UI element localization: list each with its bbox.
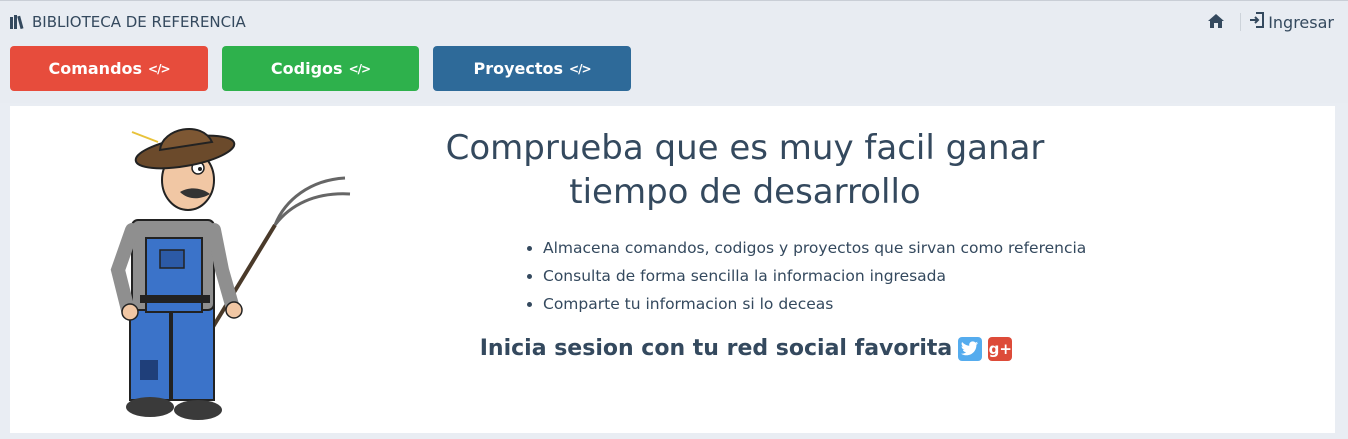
google-plus-icon[interactable]: g+	[988, 336, 1013, 361]
library-icon	[10, 15, 28, 29]
nav-divider	[1240, 13, 1242, 31]
login-link[interactable]: Ingresar	[1249, 12, 1334, 32]
right-nav: Ingresar	[1200, 11, 1334, 33]
comandos-button[interactable]: Comandos </>	[10, 46, 208, 91]
sign-in-icon	[1249, 12, 1265, 32]
home-icon	[1208, 13, 1225, 32]
social-login-cta: Inicia sesion con tu red social favorita…	[430, 336, 1270, 361]
feature-list: Almacena comandos, codigos y proyectos q…	[525, 234, 1086, 318]
code-icon: </>	[348, 61, 371, 76]
hero-panel: Comprueba que es muy facil ganar tiempo …	[10, 106, 1335, 433]
comandos-label: Comandos	[48, 59, 143, 78]
home-link[interactable]	[1200, 13, 1232, 32]
codigos-label: Codigos	[270, 59, 343, 78]
code-icon: </>	[569, 61, 591, 76]
feature-item: Consulta de forma sencilla la informacio…	[543, 262, 1086, 290]
feature-item: Almacena comandos, codigos y proyectos q…	[543, 234, 1086, 262]
twitter-icon[interactable]	[958, 336, 983, 361]
codigos-button[interactable]: Codigos </>	[222, 46, 419, 91]
brand[interactable]: BIBLIOTECA DE REFERENCIA	[10, 12, 246, 32]
proyectos-button[interactable]: Proyectos </>	[433, 46, 631, 91]
top-navbar: BIBLIOTECA DE REFERENCIA Ingresar Comand…	[0, 0, 1348, 103]
feature-item: Comparte tu informacion si lo deceas	[543, 290, 1086, 318]
brand-title: BIBLIOTECA DE REFERENCIA	[32, 13, 246, 31]
farmer-illustration	[110, 127, 351, 420]
code-icon: </>	[148, 61, 170, 76]
cta-text: Inicia sesion con tu red social favorita	[479, 336, 953, 361]
proyectos-label: Proyectos	[473, 59, 564, 78]
hero-headline: Comprueba que es muy facil ganar tiempo …	[445, 128, 1045, 212]
login-label: Ingresar	[1268, 12, 1334, 32]
